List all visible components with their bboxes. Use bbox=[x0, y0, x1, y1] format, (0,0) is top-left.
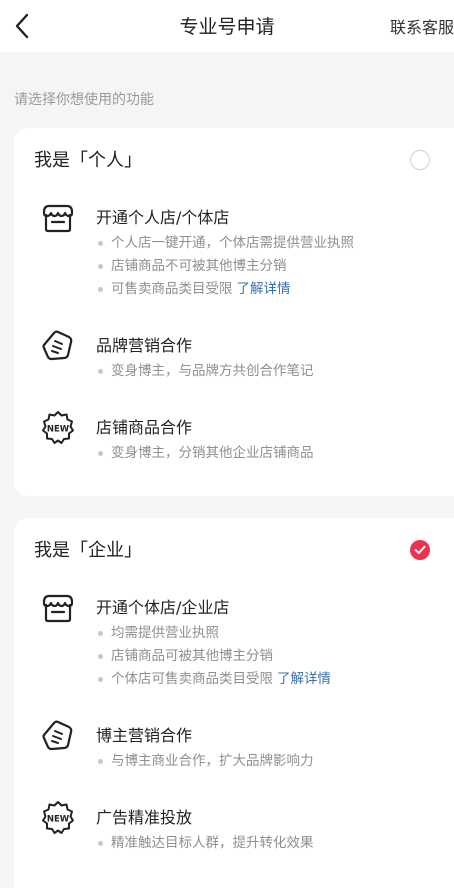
storefront-icon bbox=[42, 594, 74, 623]
page-title: 专业号申请 bbox=[179, 16, 275, 38]
svg-text:NEW: NEW bbox=[47, 815, 70, 825]
personal-radio[interactable] bbox=[410, 150, 430, 170]
feature-title: 开通个体店/企业店 bbox=[96, 598, 230, 617]
checkmark-icon bbox=[414, 545, 426, 554]
feature-bullets: 与博主商业合作，扩大品牌影响力 bbox=[96, 750, 314, 773]
bullet-item: 个体店可售卖商品类目受限 了解详情 bbox=[96, 668, 331, 691]
contact-service-button[interactable]: 联系客服 bbox=[390, 14, 454, 38]
feature-bullets: 精准触达目标人群，提升转化效果 bbox=[96, 832, 314, 855]
company-radio[interactable] bbox=[410, 540, 430, 560]
bullet-text: 个体店可售卖商品类目受限 bbox=[111, 671, 273, 687]
bullet-item: 店铺商品不可被其他博主分销 bbox=[96, 255, 354, 278]
storefront-icon bbox=[42, 204, 74, 233]
new-badge-icon: NEW bbox=[42, 801, 74, 834]
bullet-item: 精准触达目标人群，提升转化效果 bbox=[96, 832, 314, 855]
bullet-item: 变身博主，分销其他企业店铺商品 bbox=[96, 442, 314, 465]
feature-title: 广告精准投放 bbox=[96, 808, 193, 827]
bullet-item: 个人店一键开通，个体店需提供营业执照 bbox=[96, 232, 354, 255]
personal-option-card[interactable]: 我是「个人」 开通个人店/个体店 个人店一键开通，个体店需提供营业执照 店铺商品… bbox=[14, 128, 454, 496]
learn-more-link[interactable]: 了解详情 bbox=[237, 281, 291, 297]
bullet-item: 均需提供营业执照 bbox=[96, 622, 331, 645]
feature-bullets: 均需提供营业执照 店铺商品可被其他博主分销 个体店可售卖商品类目受限 了解详情 bbox=[96, 622, 331, 691]
tag-icon bbox=[42, 720, 73, 751]
top-bar: 专业号申请 联系客服 bbox=[0, 0, 454, 52]
new-badge-icon: NEW bbox=[42, 411, 74, 444]
learn-more-link[interactable]: 了解详情 bbox=[277, 671, 331, 687]
feature-title: 开通个人店/个体店 bbox=[96, 208, 230, 227]
feature-bullets: 个人店一键开通，个体店需提供营业执照 店铺商品不可被其他博主分销 可售卖商品类目… bbox=[96, 232, 354, 301]
tag-icon bbox=[42, 330, 73, 361]
svg-text:NEW: NEW bbox=[47, 425, 70, 435]
company-option-card[interactable]: 我是「企业」 开通个体店/企业店 均需提供营业执照 店铺商品可被其他博主分销 个… bbox=[14, 518, 454, 888]
feature-title: 店铺商品合作 bbox=[96, 418, 193, 437]
function-prompt: 请选择你想使用的功能 bbox=[14, 92, 154, 108]
card-title: 我是「个人」 bbox=[34, 150, 142, 171]
bullet-item: 与博主商业合作，扩大品牌影响力 bbox=[96, 750, 314, 773]
bullet-item: 店铺商品可被其他博主分销 bbox=[96, 645, 331, 668]
card-title: 我是「企业」 bbox=[34, 540, 142, 561]
feature-title: 博主营销合作 bbox=[96, 726, 193, 745]
feature-bullets: 变身博主，与品牌方共创合作笔记 bbox=[96, 360, 314, 383]
bullet-item: 变身博主，与品牌方共创合作笔记 bbox=[96, 360, 314, 383]
bullet-text: 可售卖商品类目受限 bbox=[111, 281, 233, 297]
feature-title: 品牌营销合作 bbox=[96, 336, 193, 355]
bullet-item: 可售卖商品类目受限 了解详情 bbox=[96, 278, 354, 301]
feature-bullets: 变身博主，分销其他企业店铺商品 bbox=[96, 442, 314, 465]
